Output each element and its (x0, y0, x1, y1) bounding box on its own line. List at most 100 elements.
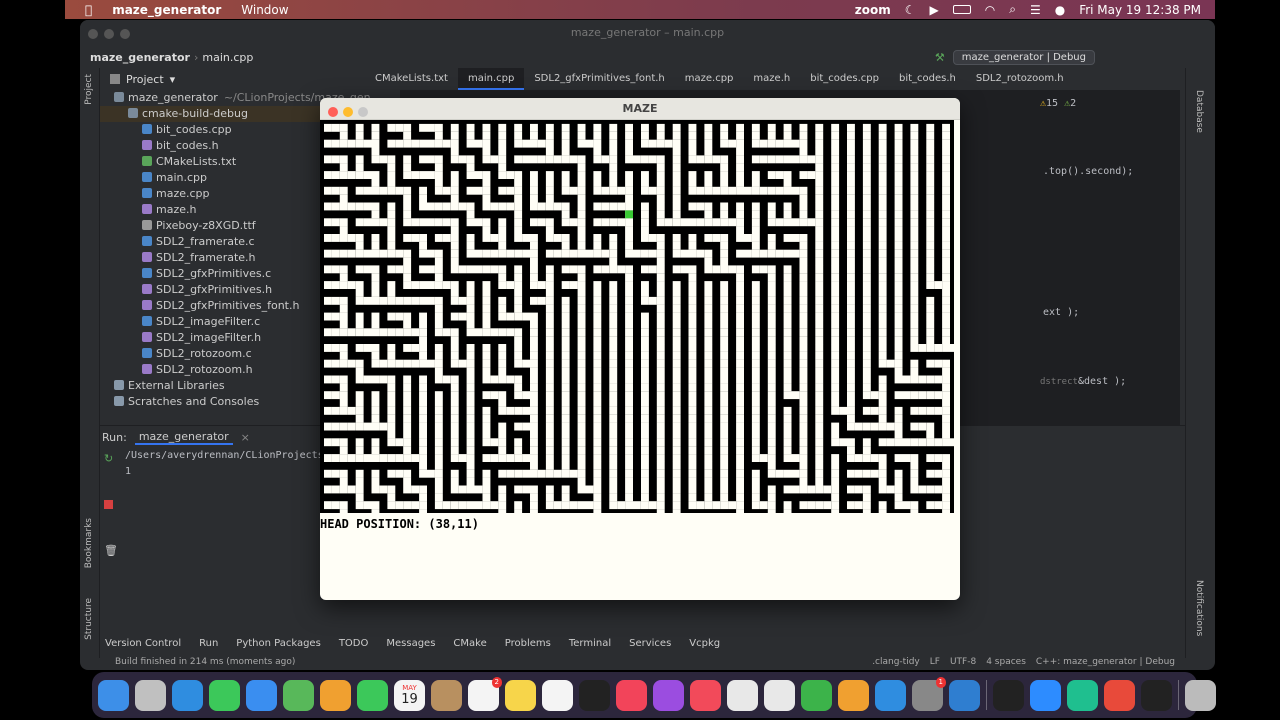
siri-icon[interactable]: ● (1055, 3, 1065, 17)
tool-window-button[interactable]: Run (199, 638, 218, 649)
maze-passage (530, 351, 538, 360)
build-hammer-icon[interactable]: ⚒ (935, 51, 945, 64)
control-center-icon[interactable]: ☰ (1030, 3, 1041, 17)
finder-icon[interactable] (98, 679, 129, 711)
status-message[interactable]: Build finished in 214 ms (moments ago) (115, 657, 295, 667)
search-icon[interactable]: ⌕ (1009, 2, 1016, 17)
menubar-clock[interactable]: Fri May 19 12:38 PM (1079, 3, 1201, 17)
editor-tab[interactable]: SDL2_rotozoom.h (966, 68, 1074, 90)
tool-window-button[interactable]: Problems (505, 638, 551, 649)
battery-icon[interactable] (952, 5, 971, 14)
vscode-icon[interactable] (949, 679, 980, 711)
tool-window-button[interactable]: Messages (386, 638, 435, 649)
status-item[interactable]: C++: maze_generator | Debug (1036, 657, 1175, 667)
preview-icon[interactable] (764, 679, 795, 711)
run-config-tab[interactable]: maze_generator (134, 430, 233, 445)
appstore-icon[interactable] (875, 679, 906, 711)
recorder-icon[interactable] (1104, 679, 1135, 711)
menu-window[interactable]: Window (241, 3, 288, 17)
editor-tab[interactable]: main.cpp (457, 68, 525, 90)
calendar-icon[interactable]: MAY 19 (394, 679, 425, 711)
tool-window-button[interactable]: Python Packages (236, 638, 321, 649)
project-dropdown[interactable]: Project (126, 73, 164, 86)
music-icon[interactable] (616, 679, 647, 711)
status-item[interactable]: .clang-tidy (872, 657, 920, 667)
warning-count[interactable]: ⚠15 ⚠2 (1040, 98, 1076, 109)
tool-window-button[interactable]: CMake (453, 638, 486, 649)
pages-icon[interactable] (838, 679, 869, 711)
reminders-icon[interactable]: 2 (468, 676, 502, 711)
activity-icon[interactable] (1141, 679, 1172, 711)
editor-tab[interactable]: maze.cpp (675, 68, 744, 90)
maze-cell (498, 359, 507, 368)
stop-icon[interactable] (104, 500, 113, 509)
minimize-icon[interactable] (104, 29, 114, 39)
notifications-tool-tab[interactable]: Notifications (1194, 580, 1204, 636)
tool-window-button[interactable]: Services (629, 638, 671, 649)
clion-icon[interactable] (1067, 679, 1098, 711)
project-tool-tab[interactable]: Project (84, 74, 94, 105)
minimize-icon[interactable] (343, 107, 353, 117)
maze-cell (894, 265, 903, 274)
maze-passage (593, 147, 602, 156)
tool-window-button[interactable]: TODO (339, 638, 369, 649)
editor-tab[interactable]: bit_codes.h (889, 68, 966, 90)
zoom-status-icon[interactable]: zoom (855, 3, 891, 17)
maze-cell (862, 202, 871, 211)
chevron-down-icon[interactable]: ▾ (170, 73, 176, 86)
status-item[interactable]: LF (930, 657, 940, 667)
maze-cell (815, 485, 824, 494)
tv-icon[interactable] (579, 679, 610, 711)
safari-icon[interactable] (172, 679, 203, 711)
maze-passage (839, 438, 847, 447)
editor-tab[interactable]: CMakeLists.txt (365, 68, 458, 90)
menu-app-name[interactable]: maze_generator (112, 3, 221, 17)
maze-passage (704, 461, 713, 470)
maze-passage (545, 320, 554, 329)
close-icon[interactable]: × (241, 431, 250, 444)
status-item[interactable]: 4 spaces (986, 657, 1026, 667)
breadcrumb-file[interactable]: main.cpp (202, 51, 253, 64)
close-icon[interactable] (328, 107, 338, 117)
zoom-window-icon[interactable] (120, 29, 130, 39)
chrome-icon[interactable] (727, 679, 758, 711)
moon-icon[interactable]: ☾ (905, 3, 916, 17)
tool-window-button[interactable]: Version Control (105, 638, 181, 649)
tool-window-button[interactable]: Vcpkg (689, 638, 720, 649)
editor-tab[interactable]: maze.h (743, 68, 800, 90)
notes-icon[interactable] (505, 679, 536, 711)
news-icon[interactable] (690, 679, 721, 711)
maze-passage (672, 147, 681, 156)
wifi-icon[interactable]: ◠ (985, 3, 995, 17)
maze-passage (363, 422, 372, 431)
trash-icon[interactable]: 🗑 (104, 544, 118, 557)
run-config-select[interactable]: maze_generator | Debug (952, 49, 1095, 65)
breadcrumb-project[interactable]: maze_generator (90, 51, 190, 64)
maps-icon[interactable] (283, 679, 314, 711)
numbers-icon[interactable] (801, 679, 832, 711)
zoom-icon[interactable] (1030, 679, 1061, 711)
status-item[interactable]: UTF-8 (950, 657, 976, 667)
zoom-window-icon[interactable] (358, 107, 368, 117)
terminal-icon[interactable] (993, 679, 1024, 711)
settings-icon[interactable]: 1 (912, 676, 946, 711)
freeform-icon[interactable] (542, 679, 573, 711)
play-icon[interactable]: ▶ (929, 3, 938, 17)
trash-icon[interactable] (1185, 679, 1216, 711)
maze-passage (831, 194, 840, 203)
photos-icon[interactable] (320, 679, 351, 711)
facetime-icon[interactable] (357, 679, 388, 711)
database-tool-tab[interactable]: Database (1194, 90, 1204, 133)
editor-tab[interactable]: bit_codes.cpp (800, 68, 889, 90)
apple-icon[interactable]:  (85, 3, 92, 17)
close-icon[interactable] (88, 29, 98, 39)
tool-window-button[interactable]: Terminal (569, 638, 611, 649)
podcasts-icon[interactable] (653, 679, 684, 711)
mail-icon[interactable] (246, 679, 277, 711)
launchpad-icon[interactable] (135, 679, 166, 711)
rerun-icon[interactable]: ↻ (104, 452, 113, 465)
messages-icon[interactable] (209, 679, 240, 711)
notes-brown-icon[interactable] (431, 679, 462, 711)
bookmarks-tool-tab[interactable]: Bookmarks (84, 518, 94, 568)
editor-tab[interactable]: SDL2_gfxPrimitives_font.h (524, 68, 674, 90)
